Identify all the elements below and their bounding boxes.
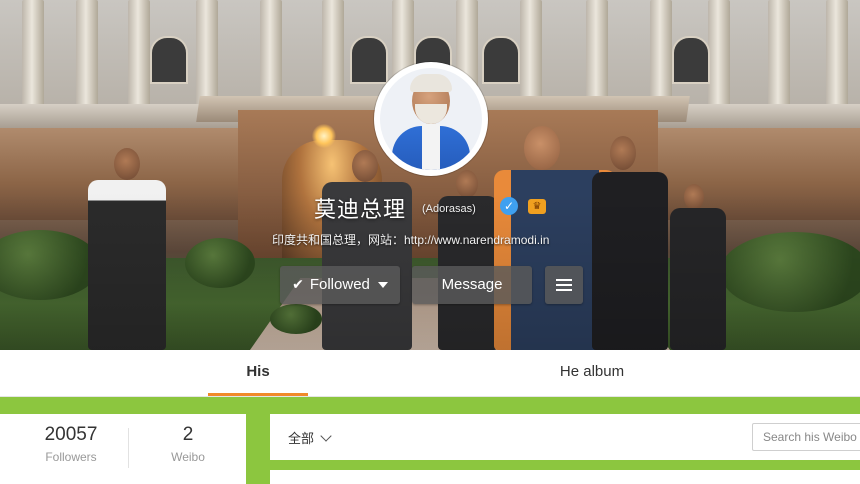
search-weibo-input[interactable]: Search his Weibo bbox=[752, 423, 860, 451]
stat-weibo[interactable]: 2 Weibo bbox=[158, 424, 218, 464]
profile-handle: (Adorasas) bbox=[422, 203, 476, 215]
profile-avatar[interactable] bbox=[374, 62, 488, 176]
stats-divider bbox=[128, 428, 129, 468]
message-label: Message bbox=[441, 276, 503, 293]
feed-list bbox=[270, 470, 860, 484]
filter-label: 全部 bbox=[288, 431, 315, 446]
verified-v-icon[interactable]: ✓ bbox=[500, 197, 518, 215]
hamburger-menu-icon bbox=[556, 279, 572, 292]
profile-name: 莫迪总理 bbox=[314, 197, 407, 222]
feed-toolbar: 全部 Search his Weibo bbox=[270, 414, 860, 460]
stats-card: 20057 Followers 2 Weibo bbox=[0, 414, 246, 484]
followed-button[interactable]: ✔ Followed bbox=[280, 266, 400, 304]
profile-tabs: His Homepage He album bbox=[0, 350, 860, 424]
followed-label: Followed bbox=[309, 276, 370, 293]
stat-followers[interactable]: 20057 Followers bbox=[36, 424, 106, 464]
message-button[interactable]: Message bbox=[412, 266, 532, 304]
check-icon: ✔ bbox=[292, 277, 304, 293]
profile-description: 印度共和国总理，网站：http://www.narendramodi.in bbox=[272, 233, 550, 247]
weibo-label: Weibo bbox=[171, 450, 205, 464]
followers-count: 20057 bbox=[44, 424, 98, 445]
crown-icon[interactable]: ♛ bbox=[528, 199, 546, 214]
more-menu-button[interactable] bbox=[545, 266, 583, 304]
followers-label: Followers bbox=[45, 450, 97, 464]
chevron-down-icon bbox=[320, 430, 332, 442]
weibo-count: 2 bbox=[182, 424, 194, 445]
tab-his-homepage[interactable]: His Homepage bbox=[208, 350, 308, 424]
caret-down-icon bbox=[377, 282, 388, 289]
filter-dropdown[interactable]: 全部 bbox=[288, 428, 332, 447]
tab-he-album[interactable]: He album bbox=[540, 350, 644, 396]
